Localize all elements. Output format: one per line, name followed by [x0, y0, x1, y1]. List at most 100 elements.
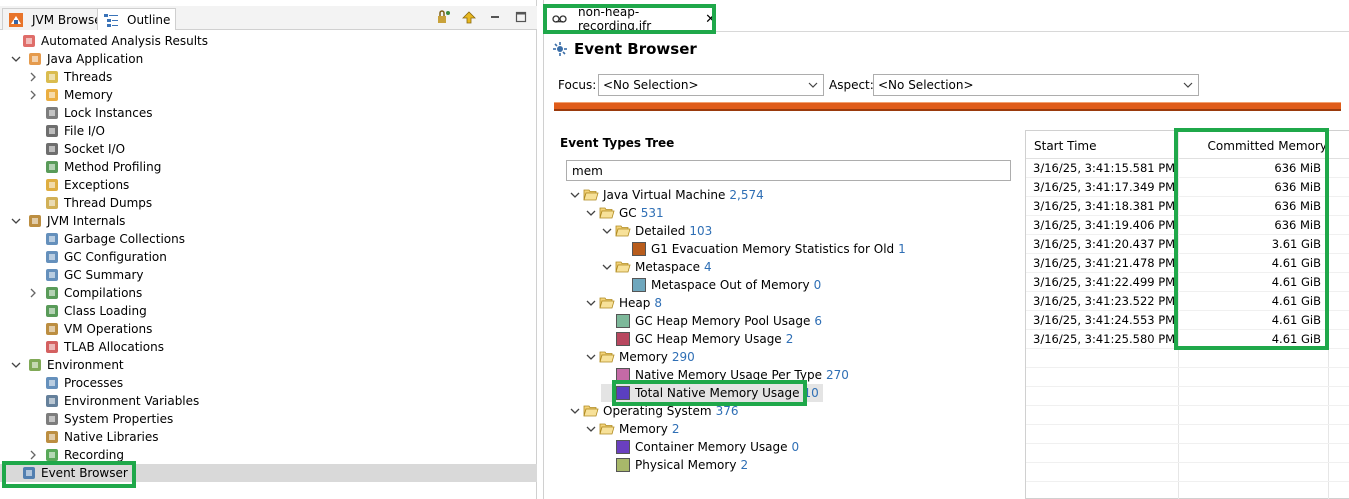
event-tree-item-label: Container Memory Usage: [635, 440, 788, 454]
chevron-right-icon[interactable]: [27, 90, 38, 101]
tree-item[interactable]: Recording: [0, 446, 537, 464]
tree-item[interactable]: Garbage Collections: [0, 230, 537, 248]
link-icon[interactable]: [461, 9, 477, 25]
event-tree-item[interactable]: Physical Memory 2: [601, 456, 748, 474]
table-row[interactable]: 3/16/25, 3:41:24.553 PM 4.61 GiB: [1026, 311, 1349, 330]
lock-icon[interactable]: [435, 9, 451, 25]
range-bar[interactable]: [554, 102, 1341, 111]
event-tree-item[interactable]: Total Native Memory Usage 10: [601, 384, 823, 402]
table-row[interactable]: 3/16/25, 3:41:17.349 PM 636 MiB: [1026, 178, 1349, 197]
cell-start-time: 3/16/25, 3:41:20.437 PM: [1033, 237, 1176, 251]
event-browser-icon: [552, 41, 568, 57]
chevron-down-icon[interactable]: [10, 216, 21, 227]
event-tree-item[interactable]: Metaspace Out of Memory 0: [617, 276, 821, 294]
tree-item-label: Exceptions: [64, 178, 130, 192]
tree-item[interactable]: Java Application: [0, 50, 537, 68]
event-tree-item[interactable]: Memory 2: [585, 420, 679, 438]
tree-item-label: Garbage Collections: [64, 232, 185, 246]
tree-item[interactable]: Environment Variables: [0, 392, 537, 410]
native-libraries-icon: [44, 429, 60, 445]
event-tree-item[interactable]: Operating System 376: [569, 402, 738, 420]
tree-item[interactable]: Environment: [0, 356, 537, 374]
tree-item[interactable]: TLAB Allocations: [0, 338, 537, 356]
tree-item[interactable]: GC Summary: [0, 266, 537, 284]
tree-item[interactable]: File I/O: [0, 122, 537, 140]
chevron-down-icon[interactable]: [601, 262, 612, 273]
event-tree-item[interactable]: Native Memory Usage Per Type 270: [601, 366, 849, 384]
table-row[interactable]: 3/16/25, 3:41:20.437 PM 3.61 GiB: [1026, 235, 1349, 254]
tree-item-label: Compilations: [64, 286, 143, 300]
event-tree-item[interactable]: GC Heap Memory Pool Usage 6: [601, 312, 822, 330]
focus-select[interactable]: <No Selection>: [598, 74, 824, 96]
table-row[interactable]: 3/16/25, 3:41:25.580 PM 4.61 GiB: [1026, 330, 1349, 349]
tree-item[interactable]: Event Browser: [0, 464, 537, 482]
table-row[interactable]: 3/16/25, 3:41:22.499 PM 4.61 GiB: [1026, 273, 1349, 292]
tree-item[interactable]: Exceptions: [0, 176, 537, 194]
tree-item[interactable]: Method Profiling: [0, 158, 537, 176]
tree-item[interactable]: Processes: [0, 374, 537, 392]
table-row: [1026, 349, 1349, 368]
event-types-filter-input[interactable]: mem: [566, 160, 1011, 181]
file-io-icon: [44, 123, 60, 139]
maximize-icon[interactable]: [513, 9, 529, 25]
tree-item[interactable]: Threads: [0, 68, 537, 86]
column-header-committed-memory[interactable]: Committed Memory: [1208, 139, 1327, 153]
chevron-down-icon[interactable]: [585, 352, 596, 363]
event-tree-item[interactable]: Java Virtual Machine 2,574: [569, 186, 764, 204]
chevron-down-icon[interactable]: [585, 208, 596, 219]
editor-tab-recording[interactable]: non-heap-recording.jfr ✕: [546, 5, 716, 33]
tree-item-label: Method Profiling: [64, 160, 162, 174]
event-tree-item[interactable]: Memory 290: [585, 348, 695, 366]
chevron-down-icon[interactable]: [569, 406, 580, 417]
tree-item[interactable]: Memory: [0, 86, 537, 104]
chevron-down-icon[interactable]: [585, 424, 596, 435]
event-tree-item[interactable]: Metaspace 4: [601, 258, 712, 276]
chevron-right-icon[interactable]: [27, 450, 38, 461]
event-count: 290: [671, 350, 695, 364]
close-icon[interactable]: ✕: [705, 12, 716, 27]
tree-item[interactable]: Class Loading: [0, 302, 537, 320]
aspect-select[interactable]: <No Selection>: [873, 74, 1199, 96]
event-tree-item[interactable]: Heap 8: [585, 294, 662, 312]
chevron-right-icon[interactable]: [27, 72, 38, 83]
event-tree-item-label: GC Heap Memory Usage: [635, 332, 782, 346]
tree-item-label: Threads: [64, 70, 113, 84]
chevron-down-icon[interactable]: [585, 298, 596, 309]
tree-item[interactable]: Thread Dumps: [0, 194, 537, 212]
event-tree-item[interactable]: GC Heap Memory Usage 2: [601, 330, 793, 348]
chevron-down-icon[interactable]: [601, 226, 612, 237]
tree-item[interactable]: Compilations: [0, 284, 537, 302]
chevron-down-icon[interactable]: [10, 54, 21, 65]
tree-item[interactable]: Socket I/O: [0, 140, 537, 158]
column-header-start-time[interactable]: Start Time: [1034, 139, 1097, 153]
table-row[interactable]: 3/16/25, 3:41:15.581 PM 636 MiB: [1026, 159, 1349, 178]
tree-item[interactable]: GC Configuration: [0, 248, 537, 266]
event-tree-item[interactable]: GC 531: [585, 204, 664, 222]
event-tree-item[interactable]: G1 Evacuation Memory Statistics for Old 1: [617, 240, 906, 258]
chevron-down-icon[interactable]: [10, 360, 21, 371]
tree-item[interactable]: Automated Analysis Results: [0, 32, 537, 50]
minimize-icon[interactable]: [487, 9, 503, 25]
table-row[interactable]: 3/16/25, 3:41:21.478 PM 4.61 GiB: [1026, 254, 1349, 273]
table-row[interactable]: 3/16/25, 3:41:19.406 PM 636 MiB: [1026, 216, 1349, 235]
tab-outline[interactable]: Outline: [97, 8, 177, 30]
tree-item[interactable]: VM Operations: [0, 320, 537, 338]
tab-jvm-browser[interactable]: JVM Browser: [2, 8, 113, 30]
filter-value: mem: [572, 163, 603, 178]
cell-start-time: 3/16/25, 3:41:24.553 PM: [1033, 313, 1176, 327]
table-row[interactable]: 3/16/25, 3:41:18.381 PM 636 MiB: [1026, 197, 1349, 216]
tree-item[interactable]: Native Libraries: [0, 428, 537, 446]
jvm-internals-icon: [27, 213, 43, 229]
table-row[interactable]: 3/16/25, 3:41:23.522 PM 4.61 GiB: [1026, 292, 1349, 311]
tree-item[interactable]: Lock Instances: [0, 104, 537, 122]
chevron-down-icon[interactable]: [569, 190, 580, 201]
tree-item[interactable]: System Properties: [0, 410, 537, 428]
chevron-right-icon[interactable]: [27, 288, 38, 299]
cell-committed-memory: 4.61 GiB: [1271, 294, 1321, 308]
event-tree-item[interactable]: Detailed 103: [601, 222, 712, 240]
event-tree-item[interactable]: Container Memory Usage 0: [601, 438, 799, 456]
tree-item[interactable]: JVM Internals: [0, 212, 537, 230]
tab-label: Outline: [127, 12, 171, 27]
